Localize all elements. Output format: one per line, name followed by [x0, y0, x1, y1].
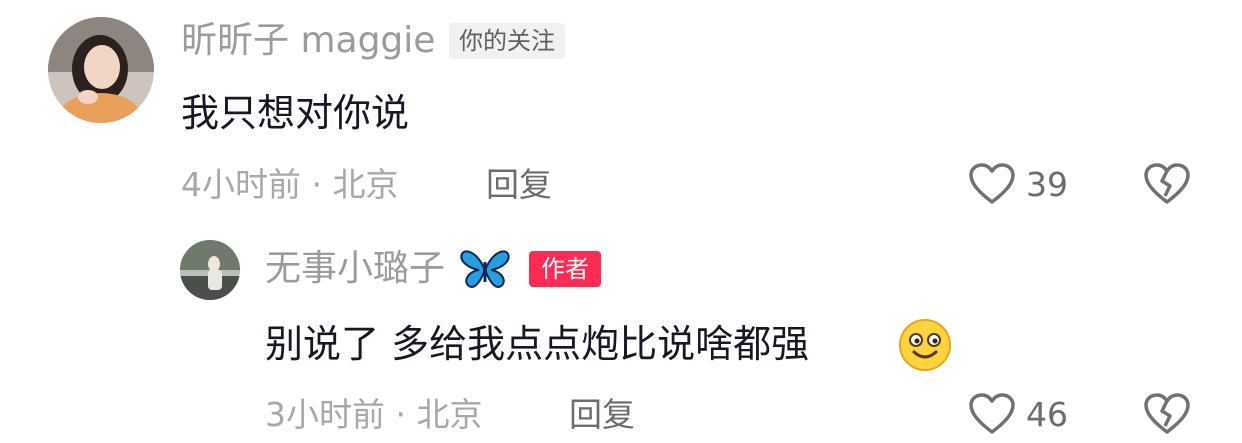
author-username[interactable]: 无事小璐子 — [265, 251, 445, 287]
butterfly-emoji-icon — [459, 248, 511, 290]
following-tag: 你的关注 — [449, 23, 565, 59]
dislike-button[interactable] — [1143, 392, 1191, 436]
avatar-photo — [48, 17, 154, 123]
broken-heart-icon — [1144, 163, 1190, 204]
heart-icon — [969, 393, 1015, 434]
reply-text: 别说了 多给我点点炮比说啥都强 — [265, 322, 810, 366]
reply-button[interactable]: 回复 — [569, 398, 635, 431]
broken-heart-icon — [1144, 393, 1190, 434]
like-count: 46 — [1026, 395, 1068, 434]
reply-time-location: 3小时前 · 北京 — [265, 395, 483, 434]
like-count: 39 — [1026, 165, 1068, 204]
author-tag: 作者 — [529, 251, 601, 287]
dislike-button[interactable] — [1143, 162, 1191, 206]
user-avatar[interactable] — [48, 17, 154, 123]
like-button[interactable] — [968, 162, 1016, 206]
comment-time-location: 4小时前 · 北京 — [181, 165, 399, 204]
like-button[interactable] — [968, 392, 1016, 436]
comment-username[interactable]: 昕昕子 maggie — [181, 23, 435, 59]
author-avatar[interactable] — [180, 240, 240, 300]
avatar-photo — [180, 240, 240, 300]
heart-icon — [969, 163, 1015, 204]
comment-text: 我只想对你说 — [181, 91, 410, 135]
reply-button[interactable]: 回复 — [486, 168, 552, 201]
smiling-face-emoji-icon — [898, 318, 952, 372]
